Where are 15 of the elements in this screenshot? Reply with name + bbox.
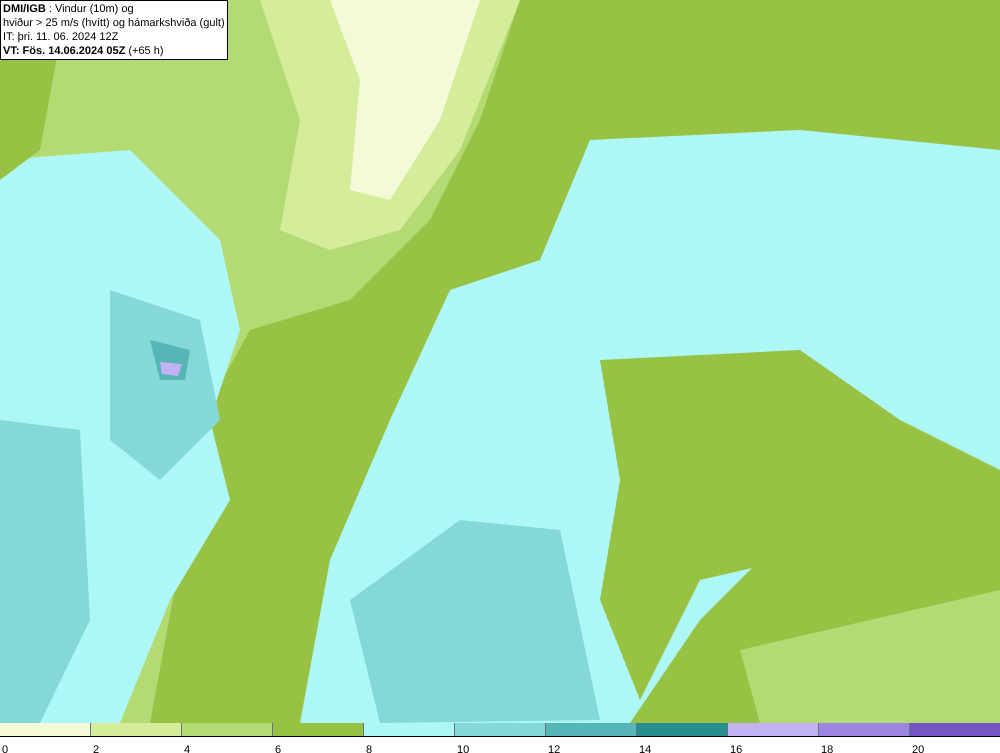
colorbar-label: 2 (92, 744, 100, 753)
colorbar-label: 20 (911, 744, 924, 753)
caption-line: hviður > 25 m/s (hvítt) og hámarkshviða (gult) (3, 16, 225, 30)
colorbar-label: 8 (365, 744, 372, 753)
colorbar-label: 16 (729, 744, 742, 753)
caption-line: VT: Fös. 14.06.2024 05Z (+65 h) (3, 44, 165, 58)
caption-line: DMI/IGB : Vindur (10m) og (3, 2, 135, 16)
colorbar-label: 0 (1, 744, 8, 753)
colorbar-label: 18 (820, 744, 834, 753)
colorbar-label: 10 (456, 744, 470, 753)
colorbar-label: 6 (274, 744, 282, 753)
colorbar-label: 12 (547, 744, 560, 753)
colorbar-label: 4 (183, 744, 190, 753)
colorbar-label: 14 (638, 744, 652, 753)
caption-line: IT: þri. 11. 06. 2024 12Z (3, 30, 120, 44)
